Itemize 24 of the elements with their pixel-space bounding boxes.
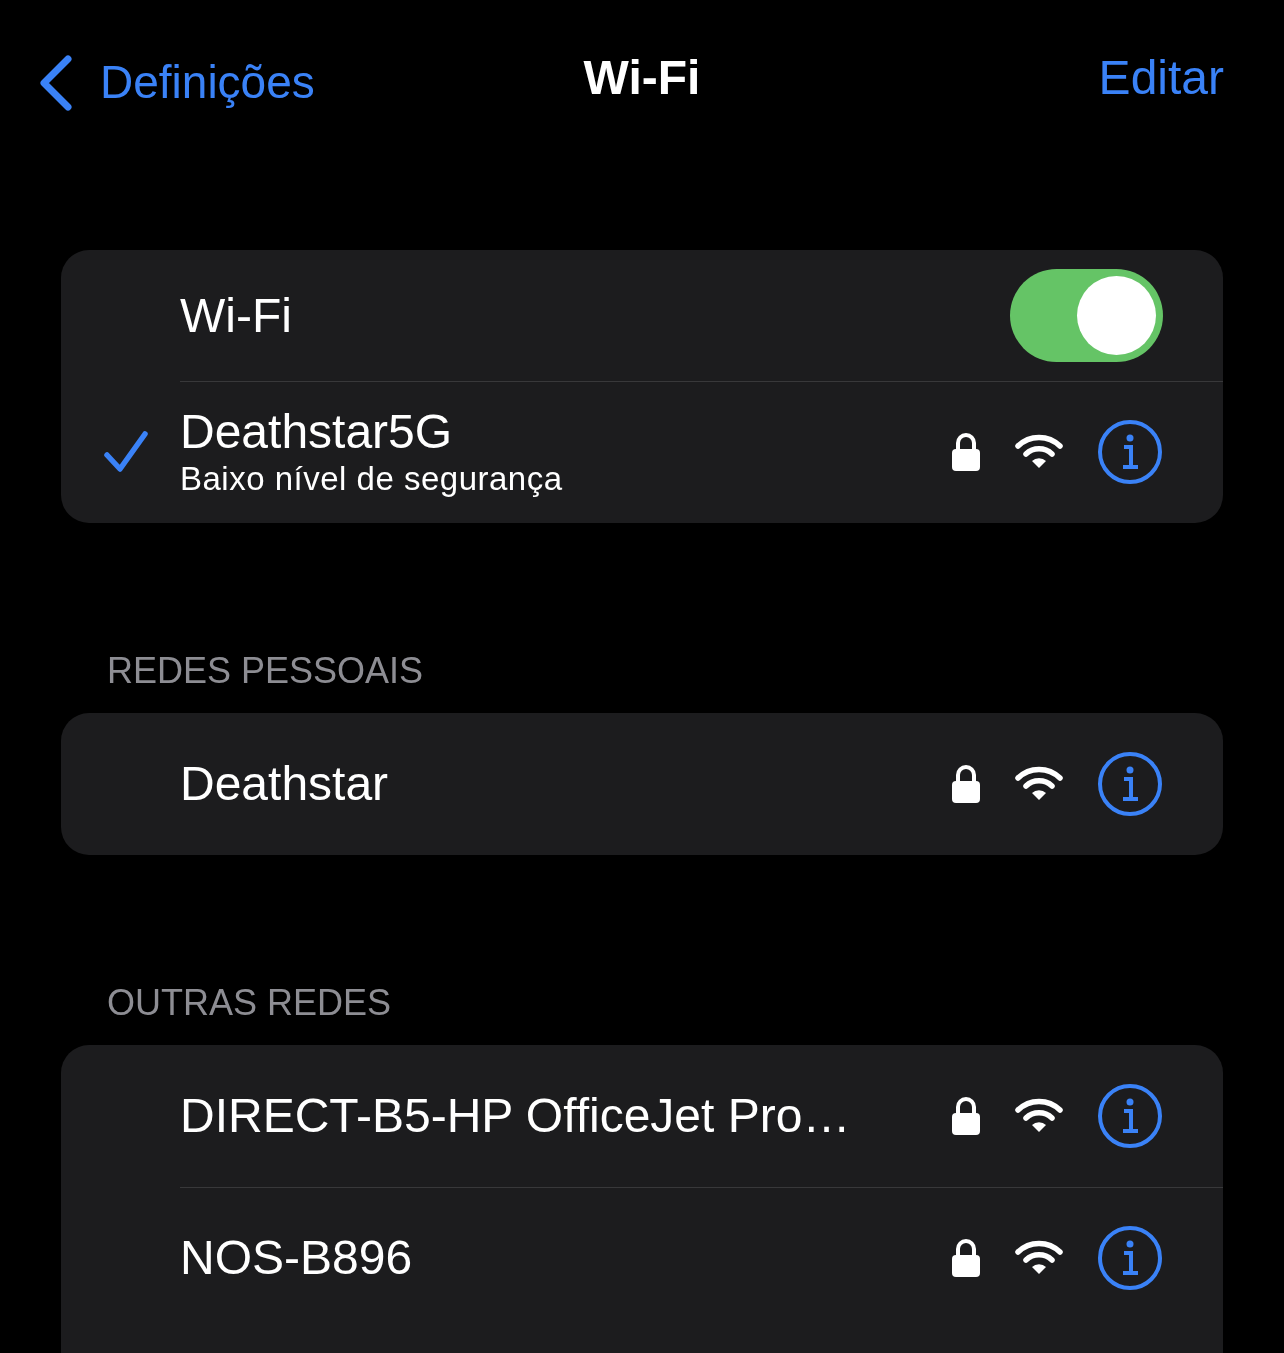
wifi-icon bbox=[1015, 766, 1063, 802]
page-title: Wi-Fi bbox=[583, 50, 701, 106]
wifi-icon bbox=[1015, 1240, 1063, 1276]
network-row[interactable]: Deathstar5G Baixo nível de segurança bbox=[61, 381, 1223, 523]
info-button[interactable] bbox=[1097, 1083, 1163, 1149]
info-button[interactable] bbox=[1097, 1225, 1163, 1291]
back-button[interactable]: Definições bbox=[38, 48, 315, 117]
network-name: DIRECT-B5-HP OfficeJet Pro… bbox=[180, 1089, 851, 1143]
network-row[interactable]: DIRECT-B5-HP OfficeJet Pro… bbox=[61, 1045, 1223, 1187]
info-button[interactable] bbox=[1097, 419, 1163, 485]
network-row[interactable]: Deathstar bbox=[61, 713, 1223, 855]
chevron-icon bbox=[38, 54, 72, 111]
wifi-label: Wi-Fi bbox=[180, 288, 292, 343]
wifi-icon bbox=[1015, 434, 1063, 470]
network-row[interactable]: NOS-B896 bbox=[61, 1187, 1223, 1329]
network-name: Deathstar5G bbox=[180, 405, 454, 459]
section-header: OUTRAS REDES bbox=[106, 981, 393, 1025]
edit-button[interactable]: Editar bbox=[1098, 50, 1224, 106]
network-name: NOS-B896 bbox=[180, 1231, 413, 1285]
network-name: Deathstar bbox=[180, 757, 389, 811]
info-button[interactable] bbox=[1097, 751, 1163, 817]
security-note: Baixo nível de segurança bbox=[180, 459, 563, 499]
section-header: REDES PESSOAIS bbox=[106, 649, 425, 693]
wifi-icon bbox=[1015, 1098, 1063, 1134]
